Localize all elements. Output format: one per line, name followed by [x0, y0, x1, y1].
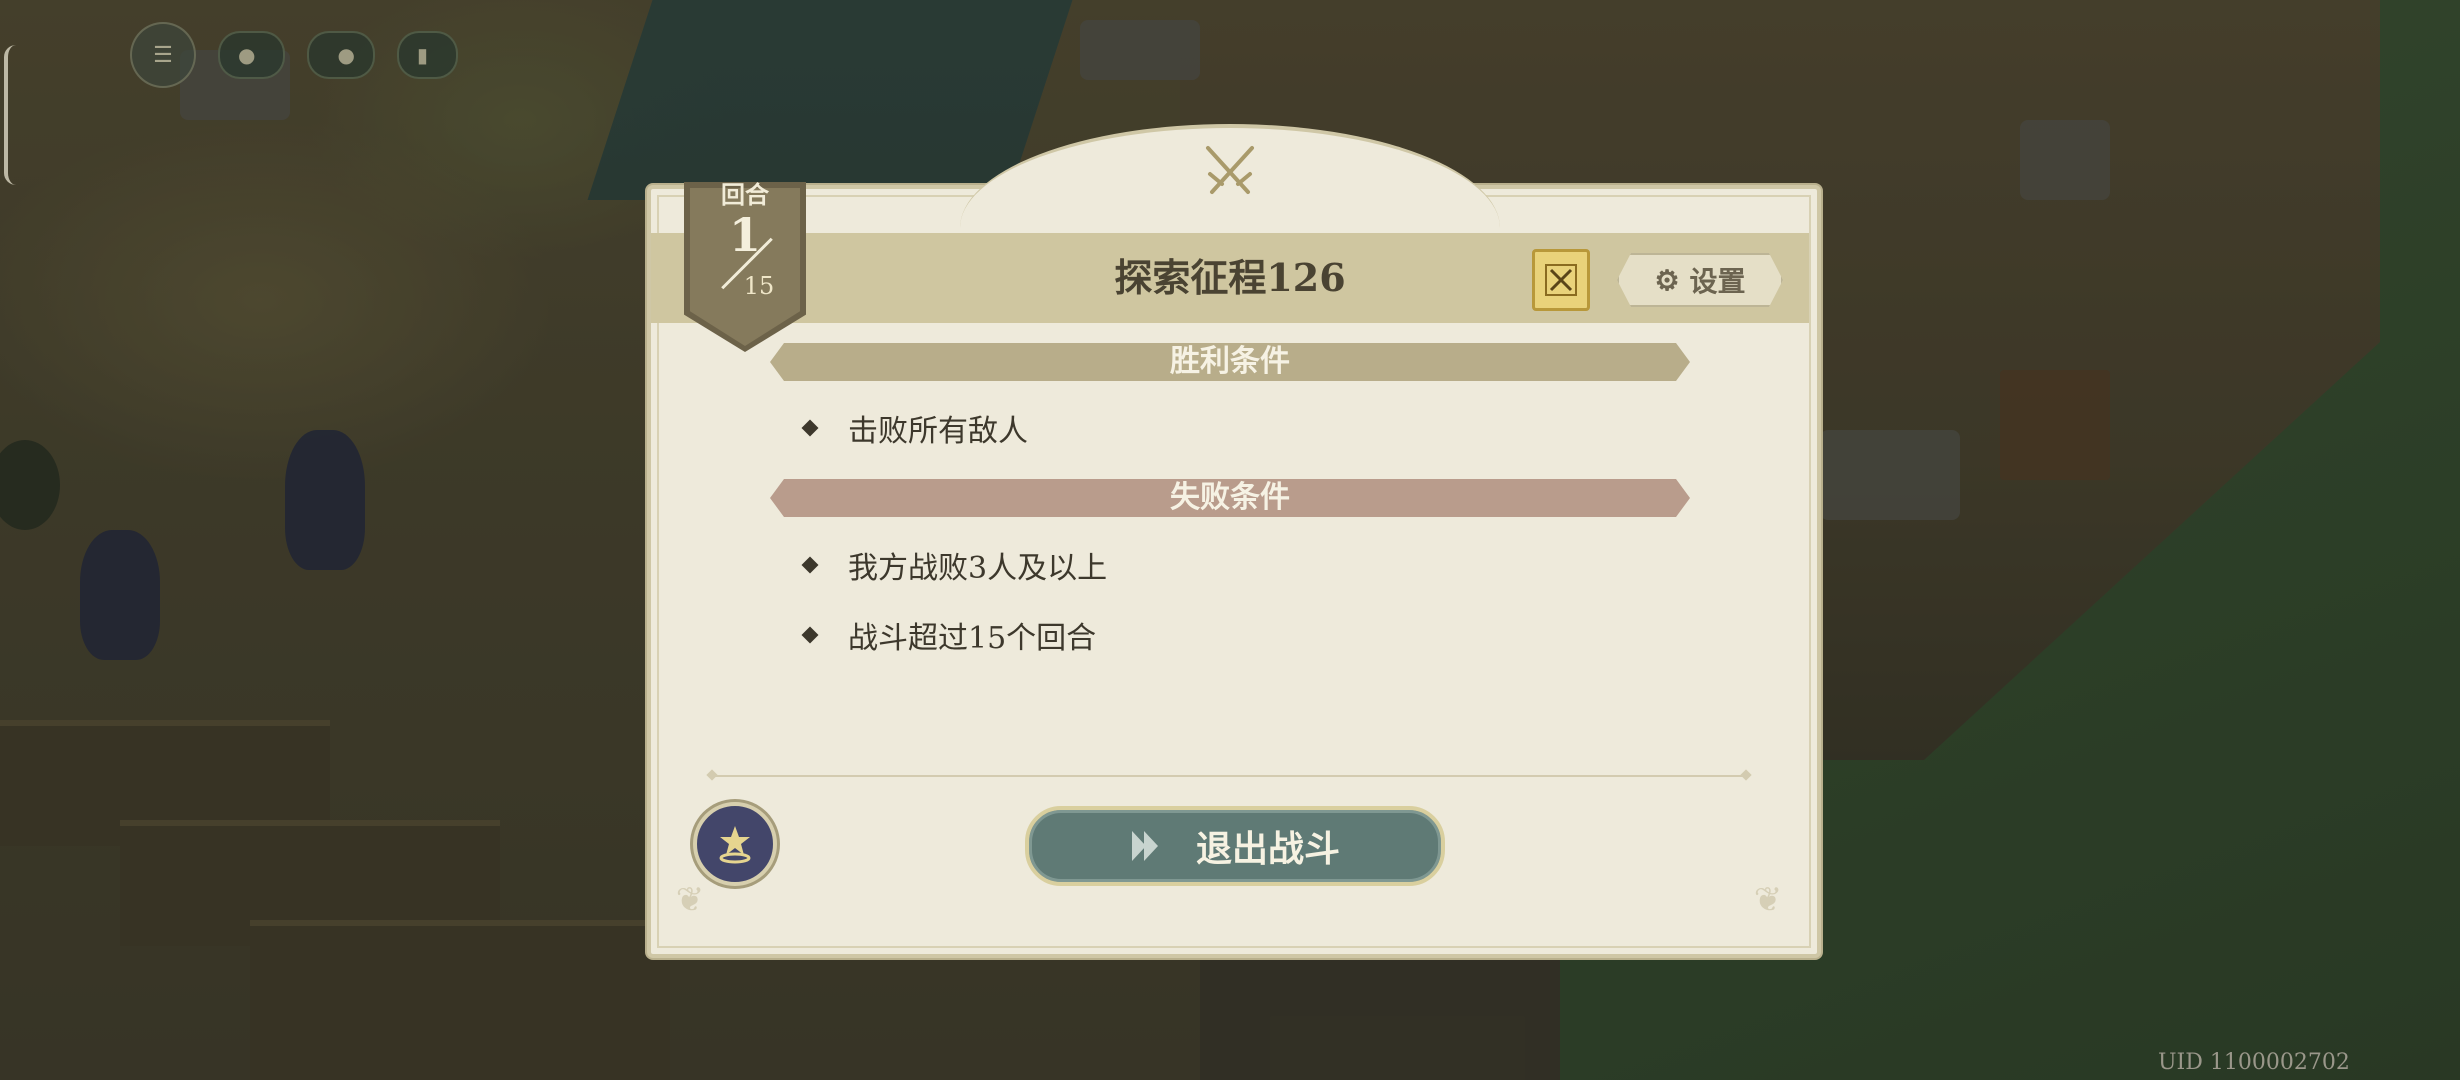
exit-battle-button[interactable]: 退出战斗	[1025, 806, 1445, 886]
settings-button[interactable]: ⚙ 设置	[1617, 253, 1783, 307]
skill-star-button[interactable]	[693, 802, 777, 886]
book-swords-icon	[1545, 264, 1577, 296]
section-divider	[712, 775, 1746, 777]
corner-flourish-icon: ❦	[675, 880, 705, 920]
condition-text: 击败所有敌人	[848, 414, 1028, 449]
star-upload-icon	[719, 826, 751, 864]
bullet-diamond-icon	[801, 626, 819, 644]
defeat-condition-item: 战斗超过15个回合	[800, 615, 1097, 656]
victory-conditions-header: 胜利条件	[770, 343, 1690, 381]
round-current: 1	[728, 208, 761, 262]
menu-icon[interactable]: ☰	[130, 22, 196, 88]
round-max: 15	[743, 272, 775, 300]
pill-icon: ●	[337, 43, 355, 67]
round-label: 回合	[721, 180, 769, 209]
corner-flourish-icon: ❦	[1753, 880, 1783, 920]
defeat-conditions-header: 失败条件	[770, 479, 1690, 517]
pill-icon: ●	[238, 43, 256, 67]
victory-condition-item: 击败所有敌人	[800, 408, 1028, 449]
codex-book-button[interactable]	[1532, 249, 1590, 311]
bullet-diamond-icon	[801, 556, 819, 574]
gear-icon: ⚙	[1654, 263, 1680, 297]
crossed-swords-icon	[1206, 146, 1254, 194]
exit-battle-label: 退出战斗	[1195, 828, 1340, 870]
hud-pill-1[interactable]: ●	[218, 31, 286, 79]
bullet-diamond-icon	[801, 419, 819, 437]
settings-label: 设置	[1689, 265, 1746, 298]
pill-icon: ▮	[416, 43, 428, 67]
user-id-text: UID 1100002702	[2158, 1050, 2350, 1075]
dialog-title: 探索征程126	[1114, 255, 1346, 300]
top-hud: ☰ ● ● ▮	[130, 22, 458, 88]
side-drawer-handle[interactable]	[4, 45, 18, 185]
condition-text: 我方战败3人及以上	[848, 551, 1108, 586]
play-arrow-icon	[1131, 831, 1158, 861]
hud-pill-3[interactable]: ▮	[396, 31, 458, 79]
defeat-condition-item: 我方战败3人及以上	[800, 545, 1108, 586]
hud-pill-2[interactable]: ●	[307, 31, 375, 79]
condition-text: 战斗超过15个回合	[848, 621, 1097, 656]
